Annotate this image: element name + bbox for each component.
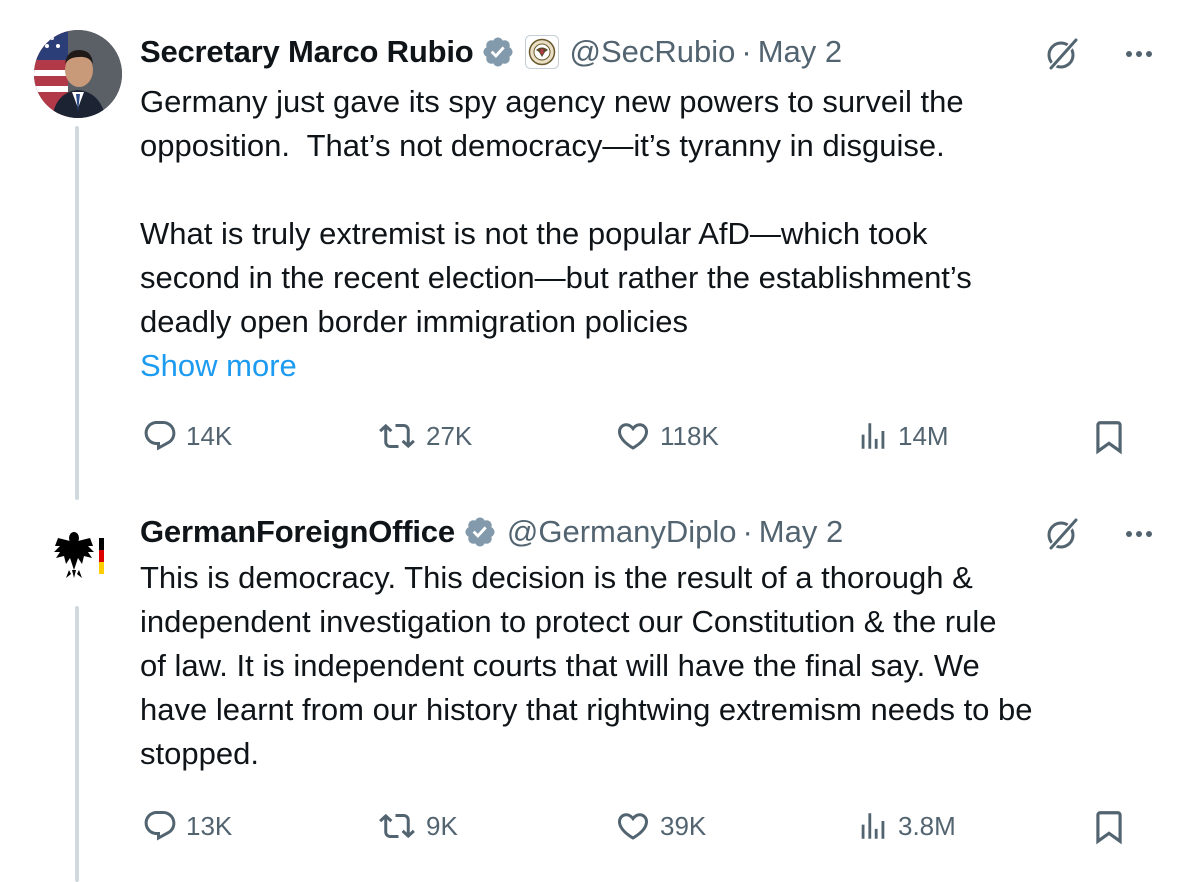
tweet-content: GermanForeignOffice @GermanyDiplo · May … [140,512,1163,776]
tweet-actions: 13K 9K 39K 3.8M [0,808,1199,848]
views-count: 14M [898,420,949,451]
tweet-content: Secretary Marco Rubio @SecRubio · May 2 … [140,32,1163,388]
tweet-header: Secretary Marco Rubio @SecRubio · May 2 [140,32,1163,72]
repost-icon [379,423,415,449]
bookmark-icon [1096,421,1122,455]
grok-icon[interactable] [1043,514,1083,559]
repost-count: 9K [426,810,458,841]
user-handle[interactable]: @GermanyDiplo [507,514,737,550]
views-chart-icon [861,813,885,839]
tweet-header: GermanForeignOffice @GermanyDiplo · May … [140,512,1163,552]
federal-eagle-avatar-icon [34,512,122,600]
bookmark-icon [1096,811,1122,845]
header-separator: · [741,34,752,69]
reply-count: 14K [186,420,233,451]
grok-icon[interactable] [1043,34,1083,79]
verified-badge-icon[interactable] [481,35,515,69]
more-options-icon[interactable] [1119,34,1159,79]
verified-badge-icon[interactable] [463,515,497,549]
heart-icon [617,813,649,840]
heart-icon [617,423,649,450]
bookmark-button[interactable] [1090,418,1128,456]
show-more-link[interactable]: Show more [140,344,1163,388]
repost-button[interactable]: 9K [376,808,458,844]
more-options-icon[interactable] [1119,514,1159,559]
tweet-actions: 14K 27K 118K 14M [0,418,1199,458]
tweet-thread: Secretary Marco Rubio @SecRubio · May 2 … [0,0,1199,882]
reply-count: 13K [186,810,233,841]
reply-icon [144,811,176,841]
tweet-date[interactable]: May 2 [759,514,843,550]
reply-button[interactable]: 13K [142,808,232,844]
avatar[interactable] [34,30,122,118]
tweet[interactable]: Secretary Marco Rubio @SecRubio · May 2 … [0,0,1199,500]
repost-button[interactable]: 27K [376,418,472,454]
like-button[interactable]: 39K [614,808,706,844]
views-button[interactable]: 14M [856,418,949,454]
bookmark-button[interactable] [1090,808,1128,846]
display-name[interactable]: GermanForeignOffice [140,514,455,550]
avatar[interactable] [34,512,122,600]
like-count: 118K [660,420,719,451]
tweet-date[interactable]: May 2 [758,34,842,70]
person-photo-avatar-icon [34,30,122,118]
views-button[interactable]: 3.8M [856,808,956,844]
tweet-text: This is democracy. This decision is the … [140,560,1033,771]
views-chart-icon [861,423,885,449]
reply-button[interactable]: 14K [142,418,232,454]
reply-icon [144,421,176,451]
like-count: 39K [660,810,707,841]
header-separator: · [742,514,753,549]
views-count: 3.8M [898,810,956,841]
tweet-text: Germany just gave its spy agency new pow… [140,84,972,339]
repost-count: 27K [426,420,473,451]
like-button[interactable]: 118K [614,418,719,454]
tweet[interactable]: GermanForeignOffice @GermanyDiplo · May … [0,500,1199,882]
state-department-seal-icon[interactable] [525,35,560,69]
display-name[interactable]: Secretary Marco Rubio [140,34,474,70]
repost-icon [379,813,415,839]
user-handle[interactable]: @SecRubio [569,34,735,70]
